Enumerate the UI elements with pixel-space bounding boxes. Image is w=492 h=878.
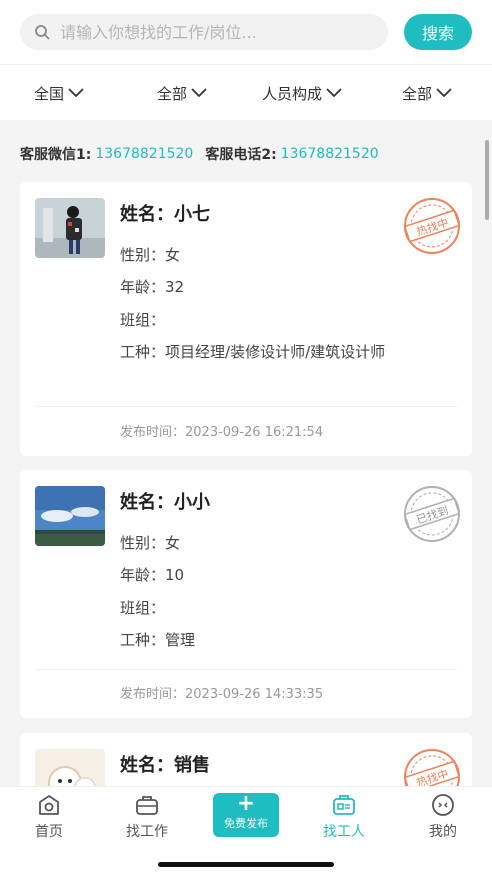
tab-mine-label: 我的 <box>429 824 457 840</box>
filter-category[interactable]: 全部 <box>157 65 207 121</box>
filter-status-label: 全部 <box>402 84 433 103</box>
chevron-down-icon <box>436 88 452 98</box>
wechat-label: 客服微信1: <box>20 147 92 163</box>
status-stamp: 已找到 <box>404 486 460 542</box>
worker-trade: 工种：管理 <box>120 631 196 649</box>
worker-team: 班组： <box>120 599 166 617</box>
scrollbar[interactable] <box>485 140 489 220</box>
filter-category-label: 全部 <box>157 84 188 103</box>
divider <box>35 406 457 407</box>
worker-name: 姓名：销售 <box>120 755 210 776</box>
search-box[interactable] <box>20 14 388 50</box>
publish-button[interactable]: + 免费发布 <box>213 793 279 837</box>
plus-icon: + <box>236 791 256 816</box>
home-indicator[interactable] <box>158 862 334 867</box>
worker-card[interactable]: 姓名：销售 热找中 <box>20 733 472 793</box>
chevron-down-icon <box>191 88 207 98</box>
publish-label: 免费发布 <box>224 817 268 830</box>
wechat-value[interactable]: 13678821520 <box>95 146 193 162</box>
tab-find-worker-label: 找工人 <box>323 824 365 840</box>
filter-bar: 全国 全部 人员构成 全部 <box>0 64 492 120</box>
divider <box>35 669 457 670</box>
worker-gender: 性别：女 <box>120 246 181 264</box>
publish-time: 发布时间：2023-09-26 16:21:54 <box>120 425 324 440</box>
home-icon <box>39 795 59 815</box>
tab-find-job[interactable]: 找工作 <box>107 793 187 841</box>
worker-trade: 工种：项目经理/装修设计师/建筑设计师 <box>120 343 386 361</box>
worker-name: 姓名：小七 <box>120 204 210 225</box>
worker-team: 班组： <box>120 311 166 329</box>
smile-face-icon <box>432 794 454 816</box>
tab-find-job-label: 找工作 <box>126 824 168 840</box>
worker-age: 年龄：10 <box>120 566 185 584</box>
filter-composition-label: 人员构成 <box>262 84 323 103</box>
worker-card[interactable]: 姓名：小小 性别：女 年龄：10 班组： 工种：管理 发布时间：2023-09-… <box>20 470 472 718</box>
briefcase-icon <box>136 796 158 815</box>
worker-age: 年龄：32 <box>120 278 185 296</box>
publish-time: 发布时间：2023-09-26 14:33:35 <box>120 687 324 702</box>
tab-mine[interactable]: 我的 <box>403 793 483 841</box>
worker-gender: 性别：女 <box>120 534 181 552</box>
search-button[interactable]: 搜索 <box>404 14 472 50</box>
worker-card[interactable]: 姓名：小七 性别：女 年龄：32 班组： 工种：项目经理/装修设计师/建筑设计师… <box>20 182 472 456</box>
tab-find-worker[interactable]: 找工人 <box>304 793 384 841</box>
filter-region[interactable]: 全国 <box>34 65 84 121</box>
chevron-down-icon <box>68 88 84 98</box>
worker-name: 姓名：小小 <box>120 492 210 513</box>
status-stamp: 热找中 <box>404 198 460 254</box>
filter-region-label: 全国 <box>34 84 65 103</box>
tab-home-label: 首页 <box>35 824 63 840</box>
id-card-icon <box>333 795 355 815</box>
avatar <box>35 486 105 546</box>
search-bar: 搜索 <box>0 0 492 64</box>
avatar <box>35 198 105 258</box>
phone-value[interactable]: 13678821520 <box>281 146 379 162</box>
phone-label: 客服电话2: <box>205 147 277 163</box>
tab-home[interactable]: 首页 <box>9 793 89 841</box>
filter-status[interactable]: 全部 <box>402 65 452 121</box>
search-input[interactable] <box>60 22 340 42</box>
search-icon <box>35 25 50 40</box>
contact-info: 客服微信1: 13678821520 客服电话2: 13678821520 <box>20 144 391 164</box>
chevron-down-icon <box>326 88 342 98</box>
filter-composition[interactable]: 人员构成 <box>262 65 342 121</box>
